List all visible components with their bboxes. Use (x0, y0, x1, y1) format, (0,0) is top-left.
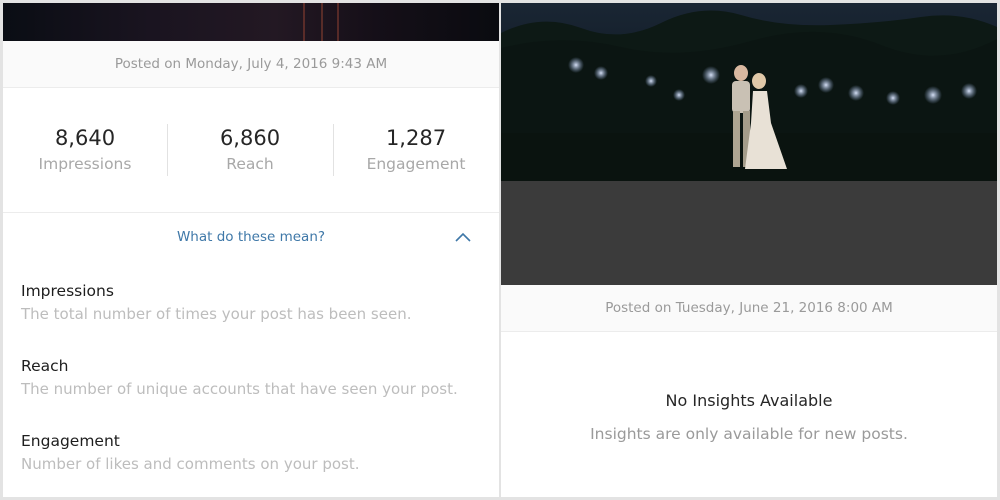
stat-label: Impressions (38, 155, 132, 173)
reach-stat: 6,860 Reach (168, 124, 332, 175)
chevron-up-icon[interactable] (453, 227, 473, 247)
post-photo-cropped[interactable] (3, 3, 499, 41)
screenshot-frame: Posted on Monday, July 4, 2016 9:43 AM 8… (0, 0, 1000, 500)
definition-description: Number of likes and comments on your pos… (21, 455, 360, 473)
stat-label: Engagement (366, 155, 466, 173)
impressions-stat: 8,640 Impressions (3, 124, 167, 175)
stat-value: 8,640 (54, 126, 116, 150)
stat-value: 1,287 (385, 126, 447, 150)
engagement-stat: 1,287 Engagement (334, 124, 498, 175)
stat-label: Reach (226, 155, 274, 173)
left-post-insights-panel: Posted on Monday, July 4, 2016 9:43 AM 8… (3, 3, 499, 497)
definition-term: Engagement (21, 432, 120, 450)
what-do-these-mean-link[interactable]: What do these mean? (177, 229, 325, 245)
photo-detail (321, 3, 323, 41)
definition-term: Impressions (21, 282, 114, 300)
no-insights-subtitle: Insights are only available for new post… (590, 425, 908, 443)
right-post-insights-panel: Posted on Tuesday, June 21, 2016 8:00 AM… (501, 3, 997, 497)
photo-detail (337, 3, 339, 41)
no-insights-title: No Insights Available (665, 391, 833, 410)
definition-reach: Reach The number of unique accounts that… (21, 355, 491, 400)
post-photo[interactable] (501, 3, 997, 181)
posted-date: Posted on Monday, July 4, 2016 9:43 AM (3, 41, 499, 88)
photo-letterbox (501, 181, 997, 285)
definition-description: The total number of times your post has … (21, 305, 412, 323)
definition-description: The number of unique accounts that have … (21, 380, 458, 398)
definition-engagement: Engagement Number of likes and comments … (21, 430, 491, 475)
stat-value: 6,860 (219, 126, 281, 150)
photo-detail (303, 3, 305, 41)
definition-term: Reach (21, 357, 69, 375)
stats-row: 8,640 Impressions 6,860 Reach 1,287 Enga… (3, 88, 499, 213)
posted-date: Posted on Tuesday, June 21, 2016 8:00 AM (501, 285, 997, 332)
definition-impressions: Impressions The total number of times yo… (21, 280, 491, 325)
help-toggle-row[interactable]: What do these mean? (3, 223, 499, 251)
wedding-photo-illustration (501, 3, 997, 181)
